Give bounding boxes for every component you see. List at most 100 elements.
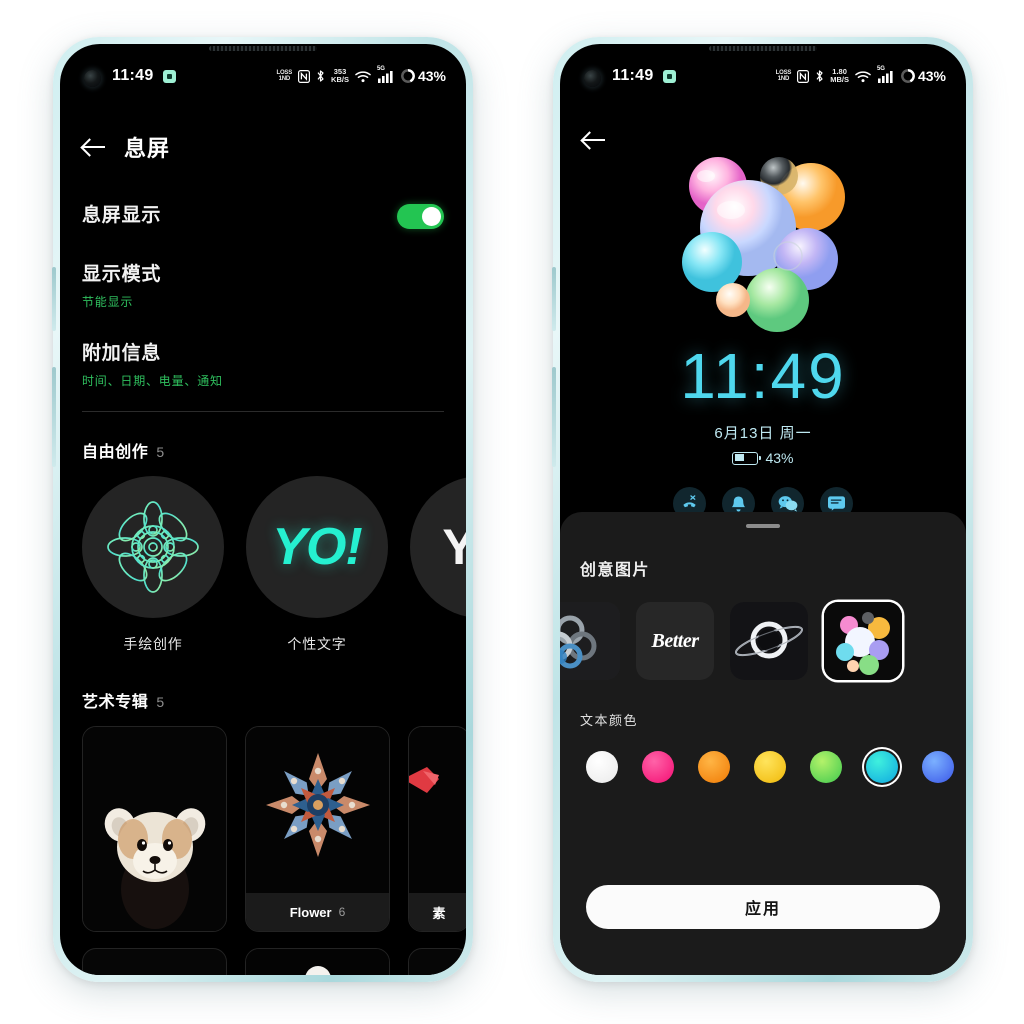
section-count: 5	[156, 694, 165, 710]
volume-button-right[interactable]	[552, 267, 556, 331]
creative-image-thumbnails: Better	[560, 602, 946, 680]
metal-rings-thumb	[560, 602, 620, 680]
sheet-title: 创意图片	[580, 562, 651, 579]
status-app-icon	[162, 69, 176, 83]
status-icons-right: LOSS 1ND 1.80 MB/S 5G 43%	[775, 66, 946, 85]
power-button-right[interactable]	[552, 367, 556, 467]
thumbnail-metal-rings[interactable]	[560, 602, 620, 680]
art-card-name: Flower	[289, 904, 332, 920]
network-speed-indicator: 353 KB/S	[331, 67, 349, 84]
yo-text: YO!	[272, 518, 362, 576]
battery-pill-icon	[732, 451, 762, 465]
art-card-caption: 素	[409, 893, 466, 931]
status-bar-right: 11:49 LOSS 1ND 1.80 MB/S 5G 43%	[560, 60, 966, 92]
art-card-partial[interactable]: 素	[408, 726, 466, 932]
setting-title: 附加信息	[82, 343, 162, 364]
network-loss-icon: LOSS 1ND	[775, 69, 792, 83]
aod-toggle[interactable]	[397, 204, 444, 229]
art-card-count: 6	[338, 905, 346, 919]
status-time: 11:49	[112, 67, 154, 84]
phone-right: 11:49 LOSS 1ND 1.80 MB/S 5G 43% 11:49 6月…	[552, 37, 973, 982]
bottom-sheet: 创意图片 Better 文本颜色 应用	[560, 512, 966, 975]
status-app-icon	[662, 69, 676, 83]
moon-photo	[246, 949, 389, 975]
earpiece-speaker	[209, 46, 317, 51]
status-battery: 43%	[400, 68, 446, 84]
aod-battery: 43%	[560, 450, 966, 466]
setting-title: 显示模式	[82, 264, 162, 285]
setting-title: 息屏显示	[82, 205, 162, 226]
status-battery: 43%	[900, 68, 946, 84]
setting-row-extra-info[interactable]: 附加信息 时间、日期、电量、通知	[82, 314, 444, 393]
setting-row-aod[interactable]: 息屏显示	[82, 184, 444, 233]
color-swatch-yellow[interactable]	[750, 747, 790, 787]
status-time: 11:49	[612, 67, 654, 84]
flower-mandala-photo	[246, 727, 389, 895]
apply-button[interactable]: 应用	[586, 885, 940, 929]
better-text: Better	[651, 629, 700, 652]
art-album-row-2	[82, 948, 466, 975]
setting-subtitle: 节能显示	[82, 295, 134, 309]
thumbnail-better-text[interactable]: Better	[636, 602, 714, 680]
aod-battery-percent: 43%	[765, 450, 794, 466]
earpiece-speaker	[709, 46, 817, 51]
phone-left: 11:49 LOSS 1ND 353 KB/S 5G 43% 息屏 息屏显示 显…	[52, 37, 473, 982]
art-card-moon[interactable]	[245, 948, 390, 975]
nfc-icon	[298, 69, 311, 83]
thumbnail-black-hole[interactable]	[730, 602, 808, 680]
text-color-swatches	[580, 747, 954, 787]
screenshot-stage: 11:49 LOSS 1ND 353 KB/S 5G 43% 息屏 息屏显示 显…	[0, 0, 1024, 1024]
color-swatch-blue[interactable]	[918, 747, 958, 787]
bluetooth-icon	[815, 69, 824, 83]
page-title: 息屏	[124, 136, 171, 161]
cellular-signal-icon: 5G	[877, 66, 895, 83]
network-speed-indicator: 1.80 MB/S	[830, 67, 849, 84]
settings-list: 息屏显示 显示模式 节能显示 附加信息 时间、日期、电量、通知 自由创作 5 手…	[60, 184, 466, 975]
aod-preview: 11:49 6月13日 周一 43%	[560, 122, 966, 552]
wifi-icon	[855, 70, 871, 83]
colorful-bubbles-cluster	[648, 152, 878, 337]
free-creation-item-text[interactable]: YO! 个性文字	[246, 476, 388, 654]
volume-button-left[interactable]	[52, 267, 56, 331]
art-card-red-panda[interactable]	[82, 726, 227, 932]
mandala-drawing-icon	[82, 476, 224, 618]
color-swatch-orange[interactable]	[694, 747, 734, 787]
network-loss-icon: LOSS 1ND	[276, 69, 293, 83]
app-bar-left: 息屏	[60, 122, 466, 172]
art-card-row2-c[interactable]	[408, 948, 466, 975]
back-arrow-icon[interactable]	[82, 137, 106, 157]
black-hole-thumb	[730, 602, 808, 680]
setting-subtitle: 时间、日期、电量、通知	[82, 374, 223, 388]
art-card-caption: Flower 6	[246, 893, 389, 931]
bluetooth-icon	[316, 69, 325, 83]
section-divider	[82, 411, 444, 412]
art-card-row2-a[interactable]	[82, 948, 227, 975]
color-swatch-green[interactable]	[806, 747, 846, 787]
aod-date: 6月13日 周一	[714, 425, 812, 442]
art-card-flower[interactable]: Flower 6	[245, 726, 390, 932]
wifi-icon	[355, 70, 371, 83]
section-header-free-creation: 自由创作 5	[82, 438, 444, 462]
setting-row-display-mode[interactable]: 显示模式 节能显示	[82, 233, 444, 314]
nfc-icon	[797, 69, 810, 83]
section-title: 艺术专辑	[82, 694, 149, 711]
free-creation-item-drawing[interactable]: 手绘创作	[82, 476, 224, 654]
battery-ring-icon	[400, 69, 415, 83]
thumbnail-colorful-bubbles[interactable]	[824, 602, 902, 680]
red-shape-photo	[409, 727, 466, 895]
back-arrow-icon[interactable]	[582, 130, 606, 150]
power-button-left[interactable]	[52, 367, 56, 467]
color-swatch-white[interactable]	[582, 747, 622, 787]
aod-clock: 11:49	[680, 340, 846, 412]
color-swatch-pink[interactable]	[638, 747, 678, 787]
partial-letter-icon: Y	[410, 476, 466, 618]
art-album-row: Flower 6 素	[82, 726, 466, 932]
color-swatch-cyan[interactable]	[862, 747, 902, 787]
free-creation-item-partial[interactable]: Y	[410, 476, 466, 654]
section-title: 自由创作	[82, 444, 149, 461]
free-creation-label: 个性文字	[287, 636, 347, 652]
screen-left: 11:49 LOSS 1ND 353 KB/S 5G 43% 息屏 息屏显示 显…	[60, 44, 466, 975]
drag-handle[interactable]	[746, 524, 780, 528]
red-panda-photo	[83, 727, 226, 931]
battery-ring-icon	[900, 69, 915, 83]
